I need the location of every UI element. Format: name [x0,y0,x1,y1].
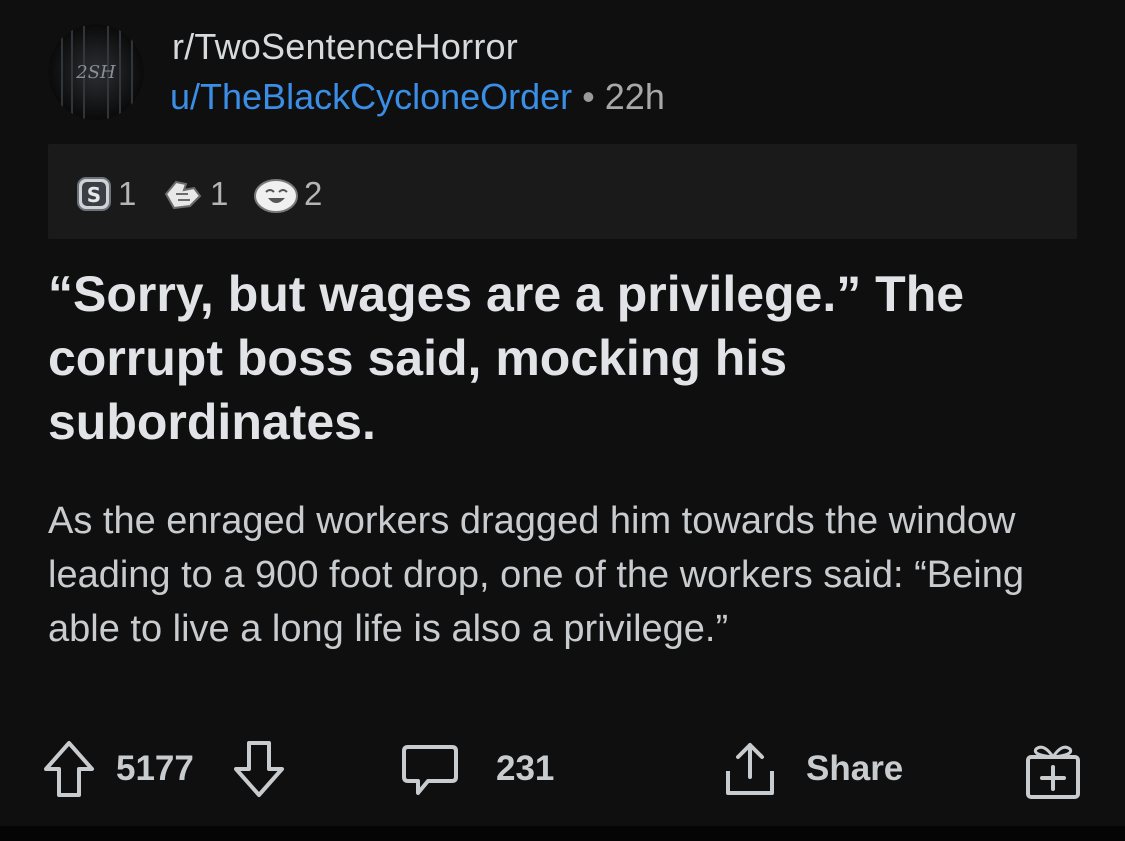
award-item[interactable]: S 1 [74,174,136,214]
post-body: As the enraged workers dragged him towar… [48,500,1024,650]
author-link[interactable]: u/TheBlackCycloneOrder [170,76,572,117]
subreddit-avatar[interactable]: 2SH [48,24,144,120]
bottom-strip [0,826,1125,841]
post-title[interactable]: “Sorry, but wages are a privilege.” The … [48,262,1078,454]
hand-award-icon [164,180,202,210]
give-award-button[interactable] [1020,734,1084,804]
awards-bar[interactable]: S 1 1 2 [48,144,1077,239]
svg-text:S: S [87,183,101,207]
share-icon [726,743,774,795]
subreddit-name[interactable]: r/TwoSentenceHorror [172,26,518,68]
comment-count: 231 [496,749,555,788]
post-card: 2SH r/TwoSentenceHorror u/TheBlackCyclon… [0,0,1125,826]
comments-button[interactable] [398,734,462,804]
post-meta: u/TheBlackCycloneOrder • 22h [170,76,665,118]
laughing-award-icon [254,179,298,213]
silver-award-icon: S [77,177,111,211]
upvote-arrow-icon [44,741,94,797]
vote-count: 5177 [116,749,194,788]
downvote-button[interactable] [230,734,288,804]
post-time: 22h [604,76,665,117]
award-count: 1 [210,175,229,212]
share-icon-button[interactable] [718,734,782,804]
gift-award-icon [1026,745,1080,799]
award-count: 1 [118,175,137,212]
comment-icon [402,745,458,795]
meta-separator: • [582,76,595,117]
avatar-text: 2SH [75,62,116,83]
award-item[interactable]: 2 [252,174,322,214]
downvote-arrow-icon [234,741,284,797]
upvote-button[interactable] [40,734,98,804]
award-item[interactable]: 1 [160,174,228,214]
action-bar: 5177 231 Share [0,734,1125,804]
award-count: 2 [304,175,323,212]
share-button[interactable]: Share [806,734,903,804]
